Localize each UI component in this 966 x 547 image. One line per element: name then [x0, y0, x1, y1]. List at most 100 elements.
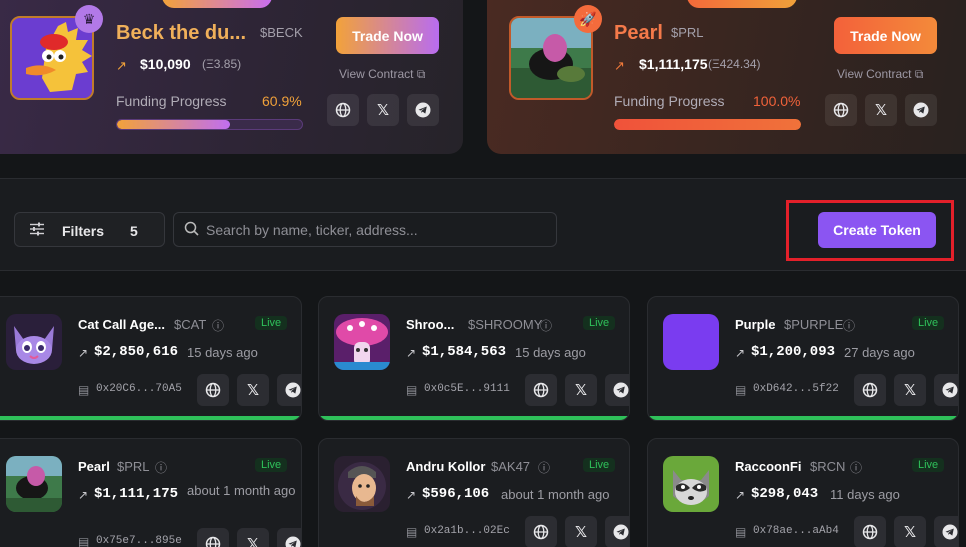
telegram-icon[interactable] — [934, 516, 958, 547]
trade-now-button[interactable]: Trade Now — [834, 17, 937, 54]
x-icon[interactable]: 𝕏 — [565, 374, 597, 406]
social-links: 𝕏 — [825, 94, 937, 126]
status-badge: Live — [912, 316, 945, 330]
token-name: Shroo... — [406, 317, 455, 332]
view-contract-link[interactable]: View Contract ⧉ — [837, 67, 923, 82]
featured-name[interactable]: Pearl — [614, 22, 663, 45]
globe-icon[interactable] — [327, 94, 359, 126]
globe-icon[interactable] — [525, 374, 557, 406]
info-icon[interactable]: ⓘ — [538, 459, 550, 476]
create-token-button[interactable]: Create Token — [818, 212, 936, 248]
token-card-andru-kollor[interactable]: Andru Kollor $AK47 ⓘ Live ↗ $596,106 abo… — [318, 438, 630, 547]
featured-ticker: $PRL — [671, 25, 704, 40]
x-icon[interactable]: 𝕏 — [237, 528, 269, 547]
globe-icon[interactable] — [854, 516, 886, 547]
telegram-icon[interactable] — [277, 374, 301, 406]
funding-progress-bar — [614, 119, 801, 130]
telegram-icon[interactable] — [605, 374, 629, 406]
search-icon — [184, 221, 199, 240]
view-contract-label: View Contract — [339, 67, 414, 81]
info-icon[interactable]: ⓘ — [843, 317, 855, 334]
social-links: 𝕏 — [197, 374, 301, 406]
x-icon[interactable]: 𝕏 — [894, 374, 926, 406]
funding-progress-fill — [614, 119, 801, 130]
featured-name[interactable]: Beck the du... — [116, 22, 246, 45]
x-icon[interactable]: 𝕏 — [894, 516, 926, 547]
globe-icon[interactable] — [197, 374, 229, 406]
globe-icon[interactable] — [525, 516, 557, 547]
token-age: 15 days ago — [187, 345, 258, 360]
contract-address: 0x2a1b...02Ec — [424, 525, 510, 537]
market-cap: $298,043 — [751, 486, 819, 502]
token-name: Cat Call Age... — [78, 317, 165, 332]
funding-progress-percent: 100.0% — [753, 93, 801, 109]
featured-card-beck[interactable]: ♛ Beck the du... $BECK ↗ $10,090 (Ξ3.85)… — [0, 0, 463, 154]
token-name: Pearl — [78, 459, 110, 474]
token-card-shroomy[interactable]: Shroo... $SHROOMY ⓘ Live ↗ $1,584,563 15… — [318, 296, 630, 421]
trend-up-icon: ↗ — [116, 58, 127, 73]
x-icon[interactable]: 𝕏 — [367, 94, 399, 126]
market-cap: $1,584,563 — [422, 344, 507, 360]
market-cap: $596,106 — [422, 486, 490, 502]
x-icon[interactable]: 𝕏 — [865, 94, 897, 126]
token-age: about 1 month ago — [501, 487, 610, 502]
social-links: 𝕏 — [525, 516, 629, 547]
social-links: 𝕏 — [525, 374, 629, 406]
info-icon[interactable]: ⓘ — [155, 459, 167, 476]
telegram-icon[interactable] — [605, 516, 629, 547]
token-name: RaccoonFi — [735, 459, 802, 474]
live-indicator-bar — [648, 416, 958, 420]
token-age: about 1 month ago — [187, 483, 296, 498]
token-card-purple[interactable]: Purple $PURPLE ⓘ Live ↗ $1,200,093 27 da… — [647, 296, 959, 421]
social-links: 𝕏 — [197, 528, 301, 547]
globe-icon[interactable] — [197, 528, 229, 547]
x-icon[interactable]: 𝕏 — [237, 374, 269, 406]
top-badge — [687, 0, 797, 8]
sliders-icon — [29, 221, 45, 241]
funding-progress-label: Funding Progress — [116, 93, 227, 109]
trend-up-icon: ↗ — [735, 488, 746, 502]
view-contract-link[interactable]: View Contract ⧉ — [339, 67, 425, 82]
token-ticker: $AK47 — [491, 459, 531, 474]
telegram-icon[interactable] — [905, 94, 937, 126]
search-input[interactable] — [206, 220, 546, 240]
filters-button[interactable]: Filters 5 — [14, 212, 165, 247]
token-age: 15 days ago — [515, 345, 586, 360]
rocket-icon: 🚀 — [574, 5, 602, 33]
telegram-icon[interactable] — [407, 94, 439, 126]
token-avatar — [663, 456, 719, 512]
telegram-icon[interactable] — [277, 528, 301, 547]
document-icon: ▤ — [406, 525, 418, 539]
trend-up-icon: ↗ — [406, 488, 417, 502]
search-box[interactable] — [173, 212, 557, 247]
funding-progress-percent: 60.9% — [262, 93, 302, 109]
token-card-cat[interactable]: Cat Call Age... $CAT ⓘ Live ↗ $2,850,616… — [0, 296, 302, 421]
filters-count: 5 — [130, 223, 138, 239]
token-age: 27 days ago — [844, 345, 915, 360]
x-icon[interactable]: 𝕏 — [565, 516, 597, 547]
info-icon[interactable]: ⓘ — [540, 317, 552, 334]
document-icon: ▤ — [735, 525, 747, 539]
contract-address: 0x75e7...895e — [96, 535, 182, 547]
info-icon[interactable]: ⓘ — [212, 317, 224, 334]
trade-now-button[interactable]: Trade Now — [336, 17, 439, 54]
social-links: 𝕏 — [854, 516, 958, 547]
token-ticker: $CAT — [174, 317, 207, 332]
featured-card-pearl[interactable]: 🚀 Pearl $PRL ↗ $1,111,175 (Ξ424.34) Fund… — [487, 0, 966, 154]
telegram-icon[interactable] — [934, 374, 958, 406]
token-card-pearl[interactable]: Pearl $PRL ⓘ Live ↗ $1,111,175 about 1 m… — [0, 438, 302, 547]
token-avatar — [334, 314, 390, 370]
globe-icon[interactable] — [825, 94, 857, 126]
market-cap: $1,200,093 — [751, 344, 836, 360]
document-icon: ▤ — [78, 535, 90, 547]
globe-icon[interactable] — [854, 374, 886, 406]
token-card-raccoonfi[interactable]: RaccoonFi $RCN ⓘ Live ↗ $298,043 11 days… — [647, 438, 959, 547]
trend-up-icon: ↗ — [614, 58, 625, 73]
token-avatar — [663, 314, 719, 370]
funding-progress-label: Funding Progress — [614, 93, 725, 109]
featured-eth-value: (Ξ3.85) — [202, 57, 242, 71]
market-cap: $1,111,175 — [94, 486, 179, 502]
status-badge: Live — [583, 316, 616, 330]
token-ticker: $SHROOMY — [468, 317, 543, 332]
info-icon[interactable]: ⓘ — [850, 459, 862, 476]
